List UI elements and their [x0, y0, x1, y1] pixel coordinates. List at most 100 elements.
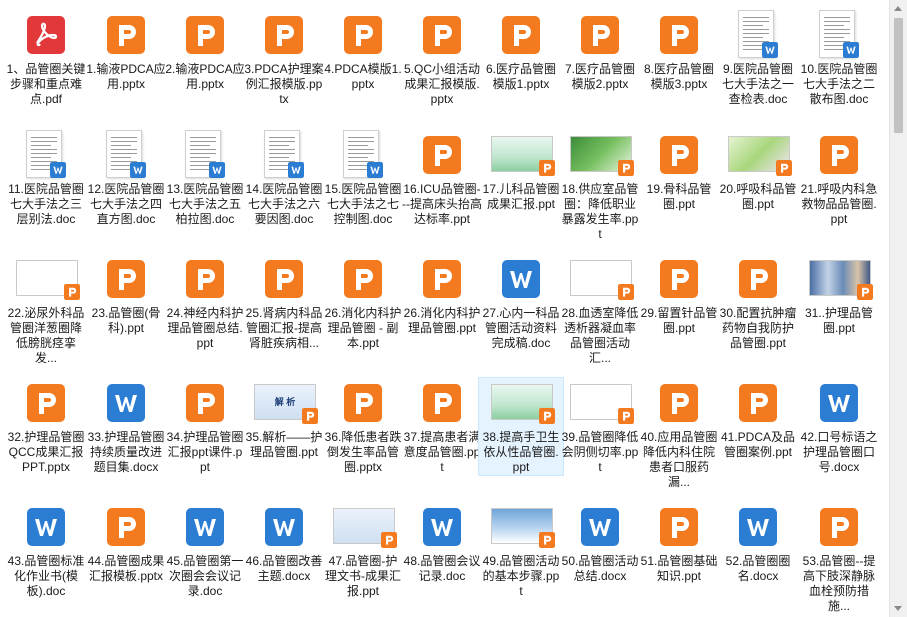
file-item[interactable]: 18.供应室品管圈：降低职业暴露发生率.ppt	[558, 130, 642, 242]
file-item[interactable]: 8.医疗品管圈模版3.pptx	[637, 10, 721, 92]
file-name-label: 47.品管圈-护理文书-成果汇报.ppt	[325, 554, 401, 598]
file-name-label: 39.品管圈降低会阴侧切率.ppt	[561, 430, 639, 474]
file-name-label: 9.医院品管圈七大手法之一查检表.doc	[721, 62, 794, 106]
file-item[interactable]: 1.输液PDCA应用.pptx	[84, 10, 168, 92]
file-item[interactable]: 41.PDCA及品管圈案例.ppt	[716, 378, 800, 460]
word-document-thumbnail-icon	[84, 130, 168, 182]
file-item[interactable]: 解 析 35.解析——护理品管圈.ppt	[242, 378, 326, 460]
file-item[interactable]: 15.医院品管圈七大手法之七控制图.doc	[321, 130, 405, 227]
word-document-thumbnail-icon	[163, 130, 247, 182]
powerpoint-file-icon	[479, 10, 563, 62]
file-item[interactable]: 45.品管圈第一次圈会会议记录.doc	[163, 502, 247, 599]
word-document-thumbnail-icon	[797, 10, 881, 62]
file-item[interactable]: 32.护理品管圈QCC成果汇报PPT.pptx	[4, 378, 88, 475]
file-item[interactable]: 17.儿科品管圈成果汇报.ppt	[479, 130, 563, 212]
file-item[interactable]: 13.医院品管圈七大手法之五柏拉图.doc	[163, 130, 247, 227]
powerpoint-file-icon	[637, 502, 721, 554]
file-item[interactable]: 19.骨科品管圈.ppt	[637, 130, 721, 212]
powerpoint-file-icon	[400, 378, 484, 430]
powerpoint-file-icon	[163, 254, 247, 306]
file-item[interactable]: 31..护理品管圈.ppt	[797, 254, 881, 336]
file-item[interactable]: 33.护理品管圈持续质量改进题目集.docx	[84, 378, 168, 475]
file-name-label: 40.应用品管圈降低内科住院患者口服药漏...	[640, 430, 718, 489]
file-name-label: 20.呼吸科品管圈.ppt	[719, 182, 797, 211]
powerpoint-file-icon	[637, 130, 721, 182]
file-item[interactable]: 11.医院品管圈七大手法之三层别法.doc	[4, 130, 88, 227]
powerpoint-file-icon	[242, 254, 326, 306]
file-item[interactable]: 50.品管圈活动总结.docx	[558, 502, 642, 584]
file-item[interactable]: 43.品管圈标准化作业书(模板).doc	[4, 502, 88, 599]
powerpoint-file-icon	[797, 502, 881, 554]
word-file-icon	[242, 502, 326, 554]
file-name-label: 28.血透室降低透析器凝血率品管圈活动汇...	[561, 306, 639, 365]
file-item[interactable]: 22.泌尿外科品管圈洋葱圈降低膀胱痉挛发...	[4, 254, 88, 366]
file-item[interactable]: 10.医院品管圈七大手法之二散布图.doc	[797, 10, 881, 107]
file-name-label: 5.QC小组活动成果汇报模版.pptx	[403, 62, 480, 106]
file-item[interactable]: 7.医疗品管圈模版2.pptx	[558, 10, 642, 92]
powerpoint-file-icon	[321, 378, 405, 430]
word-file-icon	[400, 502, 484, 554]
file-name-label: 43.品管圈标准化作业书(模板).doc	[7, 554, 85, 598]
file-item[interactable]: 23.品管圈(骨科).ppt	[84, 254, 168, 336]
powerpoint-file-icon	[163, 378, 247, 430]
file-item[interactable]: 20.呼吸科品管圈.ppt	[716, 130, 800, 212]
word-document-thumbnail-icon	[4, 130, 88, 182]
file-item[interactable]: 14.医院品管圈七大手法之六要因图.doc	[242, 130, 326, 227]
file-item[interactable]: 25.肾病内科品管圈汇报-提高肾脏疾病相...	[242, 254, 326, 351]
file-item[interactable]: 27.心内一科品管圈活动资料完成稿.doc	[479, 254, 563, 351]
file-name-label: 6.医疗品管圈模版1.pptx	[485, 62, 556, 91]
file-item[interactable]: 9.医院品管圈七大手法之一查检表.doc	[716, 10, 800, 107]
file-item[interactable]: 39.品管圈降低会阴侧切率.ppt	[558, 378, 642, 475]
file-name-label: 42.口号标语之护理品管圈口号.docx	[800, 430, 878, 474]
file-item[interactable]: 24.神经内科护理品管圈总结.ppt	[163, 254, 247, 351]
file-item[interactable]: 37.提高患者满意度品管圈.ppt	[400, 378, 484, 475]
file-item[interactable]: 29.留置针品管圈.ppt	[637, 254, 721, 336]
file-item[interactable]: 1、品管圈关键步骤和重点难点.pdf	[4, 10, 88, 107]
scrollbar-thumb[interactable]	[894, 18, 903, 133]
file-name-label: 34.护理品管圈汇报ppt课件.ppt	[166, 430, 244, 474]
word-document-thumbnail-icon	[716, 10, 800, 62]
file-item[interactable]: 3.PDCA护理案例汇报模版.pptx	[242, 10, 326, 107]
file-name-label: 8.医疗品管圈模版3.pptx	[643, 62, 714, 91]
file-item[interactable]: 26.消化内科护理品管圈.ppt	[400, 254, 484, 336]
file-name-label: 7.医疗品管圈模版2.pptx	[564, 62, 635, 91]
file-item[interactable]: 16.ICU品管圈---提高床头抬高达标率.ppt	[400, 130, 484, 227]
file-item[interactable]: 34.护理品管圈汇报ppt课件.ppt	[163, 378, 247, 475]
presentation-thumbnail-icon	[4, 254, 88, 306]
file-item[interactable]: 26.消化内科护理品管圈 - 副本.ppt	[321, 254, 405, 351]
file-item[interactable]: 36.降低患者跌倒发生率品管圈.pptx	[321, 378, 405, 475]
file-grid: 1、品管圈关键步骤和重点难点.pdf 1.输液PDCA应用.pptx 2.输液P…	[0, 0, 890, 617]
presentation-thumbnail-icon	[716, 130, 800, 182]
powerpoint-file-icon	[400, 10, 484, 62]
file-item[interactable]: 6.医疗品管圈模版1.pptx	[479, 10, 563, 92]
file-item[interactable]: 46.品管圈改善主题.docx	[242, 502, 326, 584]
file-name-label: 25.肾病内科品管圈汇报-提高肾脏疾病相...	[245, 306, 323, 350]
file-name-label: 3.PDCA护理案例汇报模版.pptx	[244, 62, 324, 106]
file-item[interactable]: 52.品管圈圈名.docx	[716, 502, 800, 584]
file-name-label: 10.医院品管圈七大手法之二散布图.doc	[800, 62, 878, 106]
file-item[interactable]: 42.口号标语之护理品管圈口号.docx	[797, 378, 881, 475]
word-file-icon	[558, 502, 642, 554]
file-item[interactable]: 5.QC小组活动成果汇报模版.pptx	[400, 10, 484, 107]
file-item[interactable]: 30.配置抗肿瘤药物自我防护品管圈.ppt	[716, 254, 800, 351]
file-item[interactable]: 44.品管圈成果汇报模板.pptx	[84, 502, 168, 584]
file-name-label: 2.输液PDCA应用.pptx	[165, 62, 245, 91]
scroll-up-arrow-icon[interactable]	[894, 6, 902, 11]
file-item[interactable]: 21.呼吸内科急救物品品管圈.ppt	[797, 130, 881, 227]
vertical-scrollbar[interactable]	[889, 0, 907, 617]
file-item[interactable]: 28.血透室降低透析器凝血率品管圈活动汇...	[558, 254, 642, 366]
file-item[interactable]: 53.品管圈--提高下肢深静脉血栓预防措施...	[797, 502, 881, 614]
file-item[interactable]: 38.提高手卫生依从性品管圈.ppt	[478, 377, 564, 476]
file-item[interactable]: 12.医院品管圈七大手法之四直方图.doc	[84, 130, 168, 227]
pdf-file-icon	[4, 10, 88, 62]
file-item[interactable]: 40.应用品管圈降低内科住院患者口服药漏...	[637, 378, 721, 490]
scroll-down-arrow-icon[interactable]	[894, 606, 902, 611]
file-item[interactable]: 48.品管圈会议记录.doc	[400, 502, 484, 584]
file-item[interactable]: 47.品管圈-护理文书-成果汇报.ppt	[321, 502, 405, 599]
file-item[interactable]: 4.PDCA模版1.pptx	[321, 10, 405, 92]
file-item[interactable]: 51.品管圈基础知识.ppt	[637, 502, 721, 584]
file-item[interactable]: 49.品管圈活动的基本步骤.ppt	[479, 502, 563, 599]
file-name-label: 16.ICU品管圈---提高床头抬高达标率.ppt	[402, 182, 482, 226]
file-name-label: 13.医院品管圈七大手法之五柏拉图.doc	[166, 182, 244, 226]
file-item[interactable]: 2.输液PDCA应用.pptx	[163, 10, 247, 92]
